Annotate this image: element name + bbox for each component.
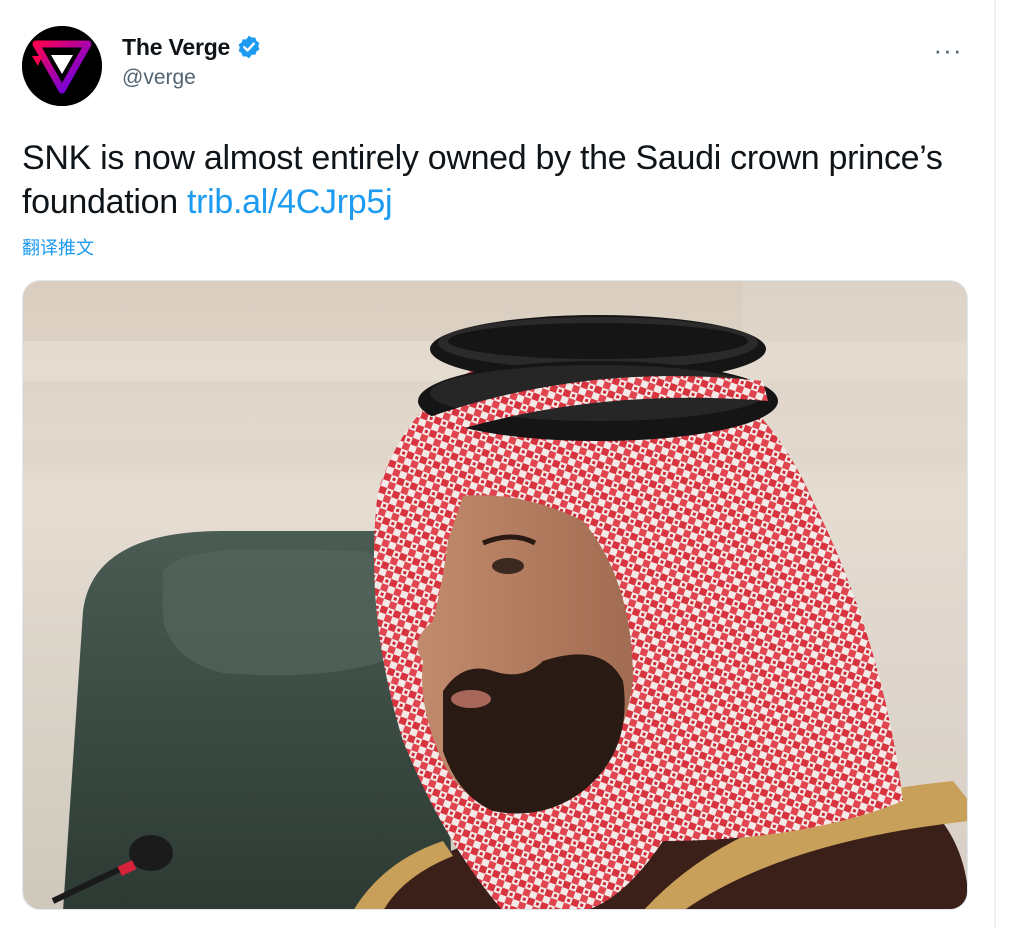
avatar[interactable]: [22, 26, 102, 106]
photo-crown-prince: [23, 281, 967, 909]
tweet-screenshot: The Verge @verge ··· SNK is now almost e…: [0, 0, 1024, 928]
display-name-row: The Verge: [122, 32, 262, 62]
verge-logo-icon: [22, 26, 102, 106]
tweet-photo[interactable]: [22, 280, 968, 910]
timeline-divider: [994, 0, 996, 928]
verified-badge-icon: [236, 34, 262, 60]
more-dots-icon[interactable]: ···: [930, 37, 966, 63]
tweet-body: SNK is now almost entirely owned by the …: [22, 139, 943, 221]
display-name[interactable]: The Verge: [122, 34, 230, 61]
tweet-header: The Verge @verge ···: [22, 26, 972, 108]
author-handle[interactable]: @verge: [122, 66, 262, 90]
tweet-link[interactable]: trib.al/4CJrp5j: [187, 183, 393, 221]
author-names: The Verge @verge: [122, 32, 262, 90]
tweet-text: SNK is now almost entirely owned by the …: [22, 136, 972, 224]
translate-tweet-link[interactable]: 翻译推文: [22, 234, 94, 260]
